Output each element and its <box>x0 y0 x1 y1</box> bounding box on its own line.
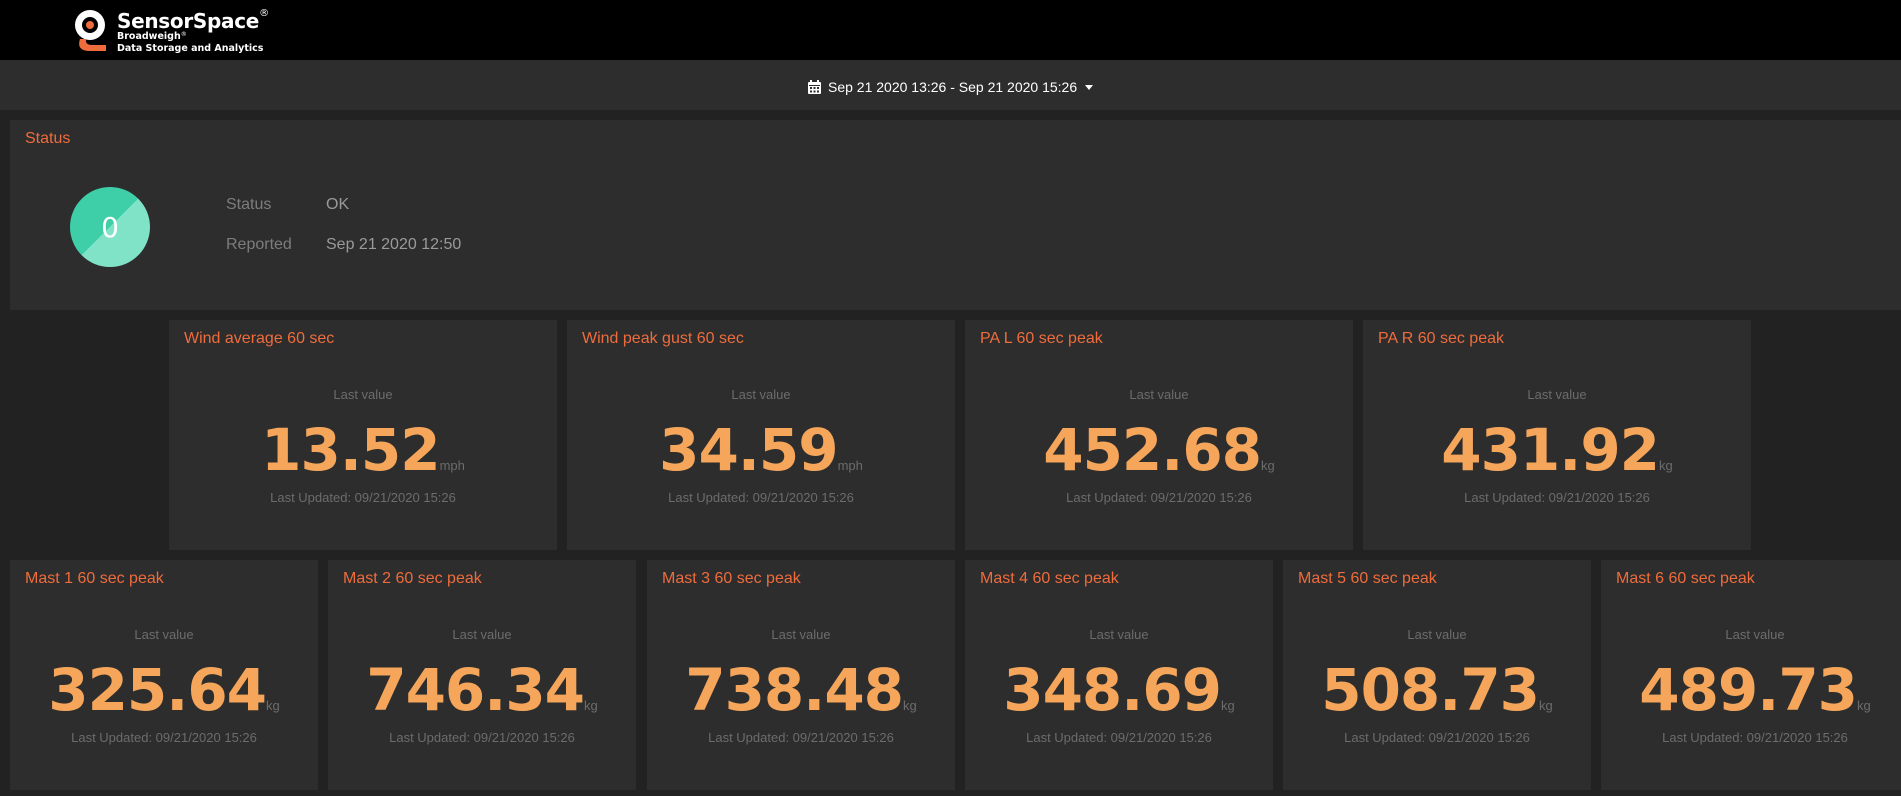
tile-value: 508.73 <box>1321 656 1540 724</box>
last-value-label: Last value <box>731 387 791 402</box>
tile-pa-l[interactable]: PA L 60 sec peak Last value 452.68kg Las… <box>965 320 1353 550</box>
tile-pa-r[interactable]: PA R 60 sec peak Last value 431.92kg Las… <box>1363 320 1751 550</box>
tile-title: Mast 2 60 sec peak <box>343 570 482 587</box>
tile-wind-peak-gust[interactable]: Wind peak gust 60 sec Last value 34.59mp… <box>567 320 955 550</box>
tile-value: 13.52 <box>261 416 440 484</box>
tile-unit: kg <box>1539 698 1553 713</box>
status-value: OK <box>326 196 350 213</box>
tile-wind-average[interactable]: Wind average 60 sec Last value 13.52mph … <box>169 320 557 550</box>
tile-mast-2[interactable]: Mast 2 60 sec peak Last value 746.34kg L… <box>328 560 636 790</box>
tile-mast-1[interactable]: Mast 1 60 sec peak Last value 325.64kg L… <box>10 560 318 790</box>
tile-mast-3[interactable]: Mast 3 60 sec peak Last value 738.48kg L… <box>647 560 955 790</box>
tile-unit: mph <box>837 458 863 473</box>
last-value-label: Last value <box>1725 627 1785 642</box>
tile-value: 325.64 <box>48 656 267 724</box>
brand-subtitle: Broadweigh® <box>117 31 187 42</box>
last-value-label: Last value <box>1129 387 1189 402</box>
last-value-label: Last value <box>1089 627 1149 642</box>
date-range-bar: Sep 21 2020 13:26 - Sep 21 2020 15:26 <box>0 60 1901 110</box>
last-updated: Last Updated: 09/21/2020 15:26 <box>270 490 456 505</box>
tile-title: PA L 60 sec peak <box>980 330 1103 347</box>
tile-title: Mast 3 60 sec peak <box>662 570 801 587</box>
tile-unit: mph <box>439 458 465 473</box>
date-range-label: Sep 21 2020 13:26 - Sep 21 2020 15:26 <box>828 79 1078 95</box>
tile-title: Mast 6 60 sec peak <box>1616 570 1755 587</box>
caret-down-icon <box>1085 85 1094 90</box>
tile-unit: kg <box>1221 698 1235 713</box>
tile-mast-6[interactable]: Mast 6 60 sec peak Last value 489.73kg L… <box>1601 560 1901 790</box>
tile-value: 746.34 <box>366 656 585 724</box>
tile-value: 738.48 <box>685 656 904 724</box>
tile-value: 489.73 <box>1639 656 1858 724</box>
app-logo[interactable]: SensorSpace® Broadweigh® Data Storage an… <box>72 7 302 54</box>
status-panel-title: Status <box>25 130 71 147</box>
reported-value: Sep 21 2020 12:50 <box>326 236 462 253</box>
status-indicator-value: 0 <box>101 210 119 244</box>
brand-tagline: Data Storage and Analytics <box>117 43 264 54</box>
date-range-picker[interactable]: Sep 21 2020 13:26 - Sep 21 2020 15:26 <box>808 77 1094 97</box>
tile-unit: kg <box>1261 458 1275 473</box>
tile-title: Mast 5 60 sec peak <box>1298 570 1437 587</box>
tile-unit: kg <box>584 698 598 713</box>
last-updated: Last Updated: 09/21/2020 15:26 <box>708 730 894 745</box>
last-updated: Last Updated: 09/21/2020 15:26 <box>1026 730 1212 745</box>
tile-title: Mast 4 60 sec peak <box>980 570 1119 587</box>
last-updated: Last Updated: 09/21/2020 15:26 <box>1344 730 1530 745</box>
last-updated: Last Updated: 09/21/2020 15:26 <box>1464 490 1650 505</box>
top-bar: SensorSpace® Broadweigh® Data Storage an… <box>0 0 1901 60</box>
tile-title: Wind average 60 sec <box>184 330 335 347</box>
last-value-label: Last value <box>333 387 393 402</box>
tile-unit: kg <box>903 698 917 713</box>
tile-title: Wind peak gust 60 sec <box>582 330 744 347</box>
tile-mast-4[interactable]: Mast 4 60 sec peak Last value 348.69kg L… <box>965 560 1273 790</box>
last-updated: Last Updated: 09/21/2020 15:26 <box>1066 490 1252 505</box>
last-value-label: Last value <box>134 627 194 642</box>
tile-value: 431.92 <box>1441 416 1660 484</box>
brand-title: SensorSpace® <box>117 8 269 33</box>
last-value-label: Last value <box>1527 387 1587 402</box>
last-updated: Last Updated: 09/21/2020 15:26 <box>1662 730 1848 745</box>
tile-value: 34.59 <box>659 416 838 484</box>
tile-mast-5[interactable]: Mast 5 60 sec peak Last value 508.73kg L… <box>1283 560 1591 790</box>
tile-unit: kg <box>1857 698 1871 713</box>
calendar-icon <box>808 80 821 94</box>
tile-unit: kg <box>266 698 280 713</box>
status-panel: Status 0 Status OK Reported Sep 21 2020 … <box>10 120 1901 310</box>
status-label: Status <box>226 196 272 213</box>
tile-unit: kg <box>1659 458 1673 473</box>
tile-title: Mast 1 60 sec peak <box>25 570 164 587</box>
last-updated: Last Updated: 09/21/2020 15:26 <box>668 490 854 505</box>
last-value-label: Last value <box>771 627 831 642</box>
last-updated: Last Updated: 09/21/2020 15:26 <box>389 730 575 745</box>
tile-value: 348.69 <box>1003 656 1222 724</box>
last-updated: Last Updated: 09/21/2020 15:26 <box>71 730 257 745</box>
last-value-label: Last value <box>452 627 512 642</box>
reported-label: Reported <box>226 236 292 253</box>
tile-value: 452.68 <box>1043 416 1262 484</box>
last-value-label: Last value <box>1407 627 1467 642</box>
tile-title: PA R 60 sec peak <box>1378 330 1504 347</box>
status-indicator: 0 <box>70 187 150 267</box>
logo-mark-icon <box>75 10 106 51</box>
